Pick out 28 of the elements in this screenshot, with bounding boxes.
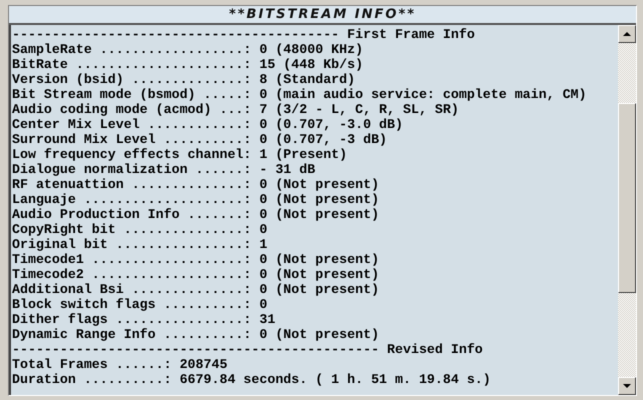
info-line: CopyRight bit ...............: 0 xyxy=(12,222,268,237)
info-line: Total Frames ......: 208745 xyxy=(12,357,228,372)
scrollbar-thumb[interactable] xyxy=(618,103,636,293)
panel-title: **BITSTREAM INFO** xyxy=(9,6,636,25)
info-line: Surround Mix Level ..........: 0 (0.707, -3 dB) xyxy=(12,132,388,147)
info-line: BitRate .....................: 15 (448 Kb/s) xyxy=(12,57,364,72)
info-line: ---------------------------------------------- Revised Info xyxy=(12,342,483,357)
info-line: Dither flags ................: 31 xyxy=(12,312,276,327)
info-line: ----------------------------------------- First Frame Info xyxy=(12,27,475,42)
scroll-down-icon[interactable] xyxy=(618,377,636,395)
info-line: Version (bsid) ..............: 8 (Standard) xyxy=(12,72,356,87)
info-line: Bit Stream mode (bsmod) .....: 0 (main audio service: complete main, CM) xyxy=(12,87,587,102)
scroll-up-icon[interactable] xyxy=(618,25,636,43)
info-line: SampleRate ..................: 0 (48000 KHz) xyxy=(12,42,364,57)
info-line: Audio Production Info .......: 0 (Not present) xyxy=(12,207,380,222)
info-line: Dialogue normalization ......: - 31 dB xyxy=(12,162,316,177)
info-line: Timecode1 ...................: 0 (Not present) xyxy=(12,252,380,267)
info-line: Low frequency effects channel: 1 (Present) xyxy=(12,147,348,162)
info-line: Audio coding mode (acmod) ...: 7 (3/2 - L, C, R, SL, SR) xyxy=(12,102,459,117)
info-line: Timecode2 ...................: 0 (Not present) xyxy=(12,267,380,282)
info-line: Additional Bsi ..............: 0 (Not present) xyxy=(12,282,380,297)
info-line: Block switch flags ..........: 0 xyxy=(12,297,268,312)
info-line: Languaje ....................: 0 (Not present) xyxy=(12,192,380,207)
info-line: Dynamic Range Info ..........: 0 (Not present) xyxy=(12,327,380,342)
info-line: Original bit ................: 1 xyxy=(12,237,268,252)
info-line: RF atenuattion ..............: 0 (Not present) xyxy=(12,177,380,192)
info-line: Duration ..........: 6679.84 seconds. ( 1 h. 51 m. 19.84 s.) xyxy=(12,372,491,387)
info-line: Center Mix Level ............: 0 (0.707, -3.0 dB) xyxy=(12,117,403,132)
